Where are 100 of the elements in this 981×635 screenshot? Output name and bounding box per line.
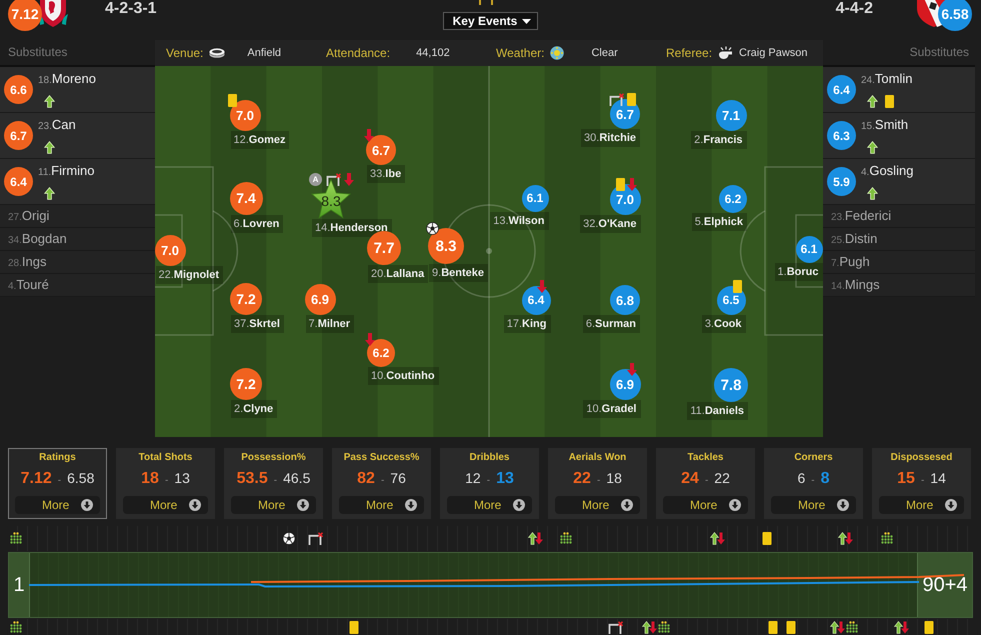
player-name: Gomez bbox=[248, 134, 286, 146]
stat-value: 13 bbox=[174, 470, 190, 486]
formation: 4-2-3-1 bbox=[105, 0, 157, 18]
substitute-row[interactable]: 5.9 4.Gosling bbox=[823, 159, 975, 205]
stat-value: 53.5 bbox=[236, 470, 268, 488]
stat-title: Aerials Won bbox=[568, 452, 626, 464]
shirt-number: 18. bbox=[38, 74, 52, 88]
player-name: Cook bbox=[714, 318, 742, 330]
stat-value: 46.5 bbox=[283, 470, 310, 486]
swap-arrows-icon bbox=[838, 532, 854, 545]
stat-card[interactable]: Ratings 7.12 - 6.58 More bbox=[8, 448, 107, 519]
substitute-row[interactable]: 4.Touré bbox=[0, 274, 155, 297]
shirt-number: 23. bbox=[38, 120, 52, 134]
down-arrow-icon bbox=[626, 362, 636, 376]
player-name: O'Kane bbox=[598, 218, 636, 230]
shirt-number: 14. bbox=[315, 222, 330, 234]
player-name: Moreno bbox=[52, 71, 96, 86]
player-name: Distin bbox=[844, 230, 878, 248]
more-button[interactable]: More bbox=[15, 496, 100, 514]
key-events-dropdown[interactable]: Key Events bbox=[442, 12, 538, 30]
substitute-row[interactable]: 6.4 24.Tomlin bbox=[823, 67, 975, 113]
stat-card[interactable]: Total Shots 18 - 13 More bbox=[116, 448, 215, 519]
goal-frame-icon bbox=[609, 93, 625, 106]
substitute-row[interactable]: 6.7 23.Can bbox=[0, 113, 155, 159]
player-name: Milner bbox=[318, 318, 350, 330]
stat-card[interactable]: Tackles 24 - 22 More bbox=[656, 448, 755, 519]
substitute-row[interactable]: 34.Bogdan bbox=[0, 228, 155, 251]
more-button[interactable]: More bbox=[339, 496, 424, 514]
substitute-row[interactable]: 14.Mings bbox=[823, 274, 975, 297]
stat-card[interactable]: Aerials Won 22 - 18 More bbox=[548, 448, 647, 519]
up-arrow-icon bbox=[867, 141, 878, 154]
substitute-row[interactable]: 28.Ings bbox=[0, 251, 155, 274]
more-button[interactable]: More bbox=[231, 496, 316, 514]
goal-frame-icon bbox=[608, 621, 624, 634]
shirt-number: 27. bbox=[8, 211, 22, 225]
player-name: King bbox=[522, 318, 546, 330]
player-name: Tomlin bbox=[874, 71, 912, 86]
booking-card-icon bbox=[768, 621, 778, 634]
player-name: Gradel bbox=[602, 402, 636, 414]
stat-value: 12 bbox=[465, 470, 481, 486]
down-circle-icon bbox=[513, 499, 526, 511]
stat-title: Total Shots bbox=[138, 452, 192, 464]
player-name: Ings bbox=[22, 253, 46, 271]
value-separator: - bbox=[164, 475, 168, 486]
player-name: Ritchie bbox=[599, 132, 636, 144]
shirt-number: 3. bbox=[704, 318, 714, 330]
shirt-number: 32. bbox=[583, 218, 598, 230]
stat-value: 8 bbox=[820, 470, 830, 488]
player-name: Touré bbox=[16, 276, 49, 294]
info-value: Anfield bbox=[247, 47, 282, 59]
player-rating: 5.9 bbox=[827, 167, 856, 196]
info-value: 44,102 bbox=[416, 47, 450, 59]
substitute-row[interactable]: 7.Pugh bbox=[823, 251, 975, 274]
stat-card[interactable]: Dispossesed 15 - 14 More bbox=[872, 448, 971, 519]
player-name: Pugh bbox=[839, 253, 870, 271]
shirt-number: 14. bbox=[831, 280, 845, 294]
more-button[interactable]: More bbox=[663, 496, 748, 514]
stat-title: Dispossesed bbox=[890, 452, 952, 464]
stat-title: Possession% bbox=[241, 452, 306, 464]
formation: 4-4-2 bbox=[836, 0, 873, 18]
caret-icon bbox=[522, 18, 532, 24]
stat-value: 76 bbox=[390, 470, 406, 486]
substitute-row[interactable]: 6.6 18.Moreno bbox=[0, 67, 155, 113]
goal-frame-icon bbox=[308, 532, 324, 545]
player-name: Mignolet bbox=[174, 268, 220, 280]
stat-card[interactable]: Possession% 53.5 - 46.5 More bbox=[224, 448, 323, 519]
shirt-number: 5. bbox=[694, 216, 704, 228]
stat-card[interactable]: Corners 6 - 8 More bbox=[764, 448, 863, 519]
substitute-row[interactable]: 27.Origi bbox=[0, 205, 155, 228]
stat-card[interactable]: Pass Success% 82 - 76 More bbox=[332, 448, 431, 519]
player-name: Gosling bbox=[869, 163, 914, 178]
more-button[interactable]: More bbox=[123, 496, 208, 514]
down-arrow-icon bbox=[344, 173, 354, 186]
substitute-row[interactable]: 6.4 11.Firmino bbox=[0, 159, 155, 205]
shirt-number: 11. bbox=[690, 405, 705, 417]
player-name: Origi bbox=[22, 207, 50, 225]
shirt-number: 13. bbox=[493, 214, 509, 226]
more-button[interactable]: More bbox=[879, 496, 964, 514]
stat-title: Corners bbox=[794, 452, 833, 464]
whistle-icon bbox=[718, 46, 734, 60]
more-button[interactable]: More bbox=[447, 496, 532, 514]
shirt-number: 11. bbox=[38, 166, 52, 180]
stat-card[interactable]: Dribbles 12 - 13 More bbox=[440, 448, 539, 519]
substitute-row[interactable]: 6.3 15.Smith bbox=[823, 113, 975, 159]
stat-value: 6.58 bbox=[67, 470, 94, 486]
minute-label: 90+4 bbox=[917, 553, 972, 617]
player-name: Francis bbox=[703, 134, 742, 146]
down-circle-icon bbox=[729, 499, 742, 511]
player-name: Daniels bbox=[704, 405, 744, 417]
swap-arrows-icon bbox=[642, 621, 658, 634]
stat-value: 22 bbox=[714, 470, 730, 486]
more-button[interactable]: More bbox=[771, 496, 856, 514]
player-name: Lovren bbox=[242, 218, 280, 230]
substitute-row[interactable]: 25.Distin bbox=[823, 228, 975, 251]
stat-value: 22 bbox=[573, 470, 591, 488]
dots-grid-icon bbox=[657, 621, 671, 633]
substitute-row[interactable]: 23.Federici bbox=[823, 205, 975, 228]
more-button[interactable]: More bbox=[555, 496, 640, 514]
value-separator: - bbox=[486, 475, 490, 486]
shirt-number: 7. bbox=[308, 318, 318, 330]
